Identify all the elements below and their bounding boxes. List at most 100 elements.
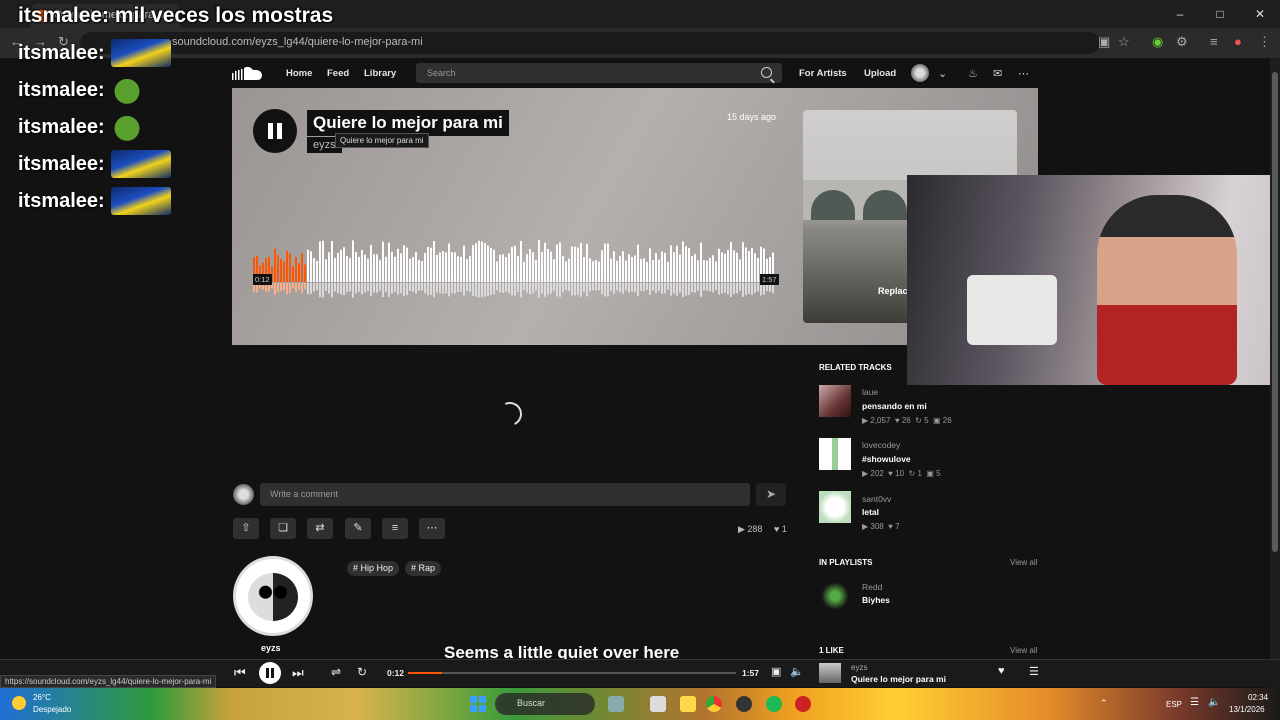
player-track-thumb[interactable] [819, 663, 841, 683]
like-heart-icon[interactable]: ♥ [998, 665, 1005, 677]
hero-pause-button[interactable] [253, 109, 297, 153]
taskbar-search[interactable]: Buscar [495, 693, 595, 715]
related-track-title-1[interactable]: pensando en mi [862, 401, 927, 411]
previous-track-icon[interactable]: ⏮ [234, 665, 246, 681]
clock-date[interactable]: 13/1/2026 [1229, 705, 1265, 714]
minimize-icon[interactable]: – [1160, 0, 1200, 28]
clock-time[interactable]: 02:34 [1248, 693, 1268, 702]
player-progress-bar[interactable] [408, 672, 736, 674]
spotify-icon[interactable] [766, 696, 782, 712]
shuffle-icon[interactable]: ⇌ [331, 665, 341, 679]
nav-feed[interactable]: Feed [327, 68, 349, 79]
related-track-stats-1: ▶ 2,057 ♥ 26 ↻ 5 ▣ 26 [862, 416, 952, 425]
waveform[interactable] [253, 238, 775, 298]
bookmark-star-icon[interactable]: ☆ [1118, 34, 1130, 50]
taskbar-app-icon[interactable] [795, 696, 811, 712]
obs-icon[interactable] [736, 696, 752, 712]
share-button[interactable]: ⇧ [233, 518, 259, 539]
related-track-title-3[interactable]: letal [862, 507, 879, 517]
page-scrollbar[interactable] [1270, 58, 1280, 688]
related-track-title-2[interactable]: #showulove [862, 454, 911, 464]
waveform-reflection-bar [505, 283, 507, 292]
taskbar-app-icon[interactable] [650, 696, 666, 712]
like-count: ♥ 1 [774, 524, 787, 534]
maximize-icon[interactable]: □ [1200, 0, 1240, 28]
tag-rap[interactable]: # Rap [405, 561, 442, 576]
cast-icon[interactable]: ▣ [771, 665, 781, 678]
send-comment-icon[interactable]: ➤ [756, 483, 786, 506]
nav-home[interactable]: Home [286, 68, 312, 79]
profile-avatar[interactable]: ● [1234, 34, 1242, 49]
related-track-thumb-1[interactable] [819, 385, 851, 417]
for-artists-link[interactable]: For Artists [799, 68, 847, 79]
player-pause-button[interactable] [259, 662, 281, 684]
extensions-puzzle-icon[interactable]: ⚙ [1176, 34, 1188, 50]
waveform-reflection-bar [520, 283, 522, 298]
volume-icon[interactable]: 🔈 [790, 665, 804, 678]
weather-moon-icon[interactable] [12, 696, 26, 710]
waveform-bar [691, 256, 693, 282]
messages-mail-icon[interactable]: ✉ [993, 67, 1002, 80]
user-avatar[interactable] [911, 64, 929, 82]
tray-chevron-icon[interactable]: ⌃ [1100, 698, 1108, 709]
scrollbar-thumb[interactable] [1272, 72, 1278, 552]
more-options-icon[interactable]: ⋯ [1018, 67, 1029, 80]
related-track-thumb-3[interactable] [819, 491, 851, 523]
artist-name[interactable]: eyzs [261, 643, 281, 653]
repeat-icon[interactable]: ↻ [357, 665, 367, 679]
file-explorer-icon[interactable] [680, 696, 696, 712]
close-icon[interactable]: ✕ [1240, 0, 1280, 28]
insights-button[interactable]: ≡ [382, 518, 408, 539]
waveform-reflection-bar [748, 283, 750, 294]
repost-button[interactable]: ⇄ [307, 518, 333, 539]
related-track-user-1[interactable]: laue [862, 387, 878, 397]
related-track-user-3[interactable]: sant0vv [862, 494, 891, 504]
chevron-down-icon[interactable]: ⌄ [938, 67, 947, 80]
comment-input[interactable]: Write a comment [260, 483, 750, 506]
speaker-icon[interactable]: 🔈 [1208, 697, 1220, 708]
keyboard-language[interactable]: ESP [1166, 700, 1182, 709]
replace-image-button[interactable]: Replac [878, 286, 908, 296]
weather-description[interactable]: Despejado [33, 705, 71, 714]
extension-icon[interactable]: ◉ [1152, 34, 1163, 50]
weather-temp[interactable]: 26°C [33, 693, 51, 702]
search-placeholder: Search [427, 68, 456, 78]
waveform-reflection-bar [439, 283, 441, 294]
playlist-title[interactable]: Biyhes [862, 595, 890, 605]
artist-avatar[interactable] [233, 556, 313, 636]
related-track-thumb-2[interactable] [819, 438, 851, 470]
waveform-reflection-bar [385, 283, 387, 292]
windows-start-icon[interactable] [470, 696, 486, 712]
player-track-title[interactable]: Quiere lo mejor para mi [851, 674, 946, 684]
copy-link-button[interactable]: ❏ [270, 518, 296, 539]
taskbar-app-icon[interactable] [608, 696, 624, 712]
address-bar[interactable]: soundcloud.com/eyzs_lg44/quiere-lo-mejor… [80, 32, 1100, 54]
waveform-bar [748, 251, 750, 282]
more-actions-button[interactable]: ⋯ [419, 518, 445, 539]
queue-icon[interactable]: ☰ [1029, 665, 1039, 678]
search-icon[interactable] [761, 67, 772, 78]
playlist-user[interactable]: Redd [862, 582, 882, 592]
playlists-view-all-link[interactable]: View all [1010, 558, 1037, 567]
player-track-user[interactable]: eyzs [851, 663, 867, 672]
soundcloud-logo-icon[interactable] [232, 66, 264, 80]
wifi-icon[interactable]: ☰ [1190, 697, 1199, 708]
playlist-thumb[interactable] [819, 580, 851, 612]
chrome-icon[interactable] [706, 696, 722, 712]
notifications-bell-icon[interactable]: ♨ [968, 67, 978, 80]
related-track-user-2[interactable]: lovecodey [862, 440, 900, 450]
edit-button[interactable]: ✎ [345, 518, 371, 539]
nav-library[interactable]: Library [364, 68, 396, 79]
waveform-bar [361, 249, 363, 282]
reading-list-icon[interactable]: ≡ [1210, 34, 1218, 49]
waveform-bar [685, 246, 687, 282]
likes-view-all-link[interactable]: View all [1010, 646, 1037, 655]
install-app-icon[interactable]: ▣ [1098, 34, 1110, 50]
upload-link[interactable]: Upload [864, 68, 896, 79]
waveform-bar [436, 254, 438, 282]
search-input[interactable]: Search [416, 63, 782, 83]
waveform-reflection-bar [688, 283, 690, 295]
next-track-icon[interactable]: ⏭ [292, 665, 304, 681]
tag-hip-hop[interactable]: # Hip Hop [347, 561, 400, 576]
browser-menu-icon[interactable]: ⋮ [1258, 34, 1271, 50]
